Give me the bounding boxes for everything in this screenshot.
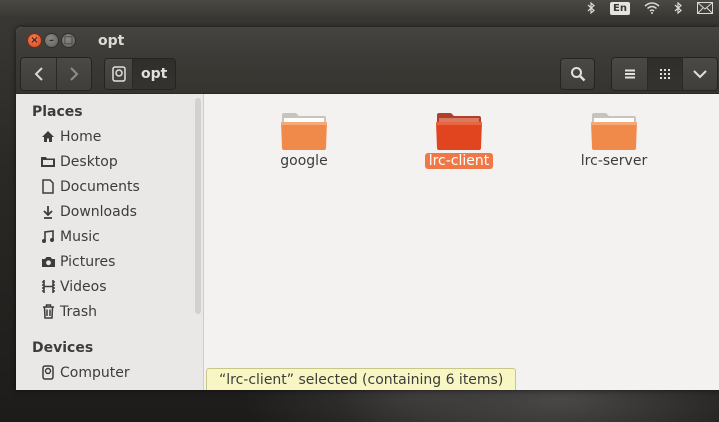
list-view-icon [624,69,635,78]
sidebar-item-videos[interactable]: Videos [16,274,203,299]
folder-item-google[interactable]: google [254,111,354,169]
folder-icon [436,113,482,150]
list-view-button[interactable] [612,57,648,90]
bluetooth-icon[interactable] [587,2,596,14]
devices-heading: Devices [32,340,94,356]
desktop-strip [16,390,719,422]
desktop-icon [40,154,56,170]
titlebar: × – □ opt [16,27,719,54]
path-segment-opt[interactable]: opt [133,58,176,89]
language-label: En [610,1,630,15]
search-icon [570,66,586,81]
sidebar-item-trash[interactable]: Trash [16,299,203,324]
mail-icon[interactable] [697,2,713,14]
sidebar-scrollbar[interactable] [195,98,201,314]
sidebar-item-label: Videos [60,278,107,295]
folder-icon [281,113,327,150]
drive-icon [111,65,126,82]
navigation-buttons [20,56,92,91]
sidebar-item-home[interactable]: Home [16,124,203,149]
minimize-window-button[interactable]: – [44,33,59,48]
grid-view-icon [660,68,671,79]
videos-icon [40,279,56,295]
file-label: lrc-client [424,153,494,169]
top-panel: En [0,0,719,16]
folder-item-lrc-server[interactable]: lrc-server [564,111,664,169]
sidebar-item-label: Desktop [60,153,118,170]
pictures-icon [40,254,56,270]
forward-button[interactable] [56,57,91,90]
sidebar: Places Home Desktop Documents Downloads … [16,94,204,390]
sidebar-item-label: Trash [60,303,97,320]
toolbar: opt [16,54,719,94]
file-manager-window: × – □ opt opt Places Home Desktop Docume… [16,27,719,390]
sidebar-item-desktop[interactable]: Desktop [16,149,203,174]
content-area: Places Home Desktop Documents Downloads … [16,94,719,390]
sidebar-item-label: Pictures [60,253,116,270]
trash-icon [40,304,56,320]
status-bar: “lrc-client” selected (containing 6 item… [206,368,517,390]
view-switcher [611,56,719,91]
sidebar-item-label: Documents [60,178,140,195]
sidebar-item-label: Downloads [60,203,137,220]
back-button[interactable] [21,57,56,90]
path-bar: opt [104,57,177,90]
documents-icon [40,179,56,195]
window-title: opt [98,32,125,49]
places-heading: Places [32,104,83,120]
folder-icon [591,113,637,150]
close-window-button[interactable]: × [27,33,42,48]
chevron-right-icon [70,66,79,81]
downloads-icon [40,204,56,220]
sidebar-item-documents[interactable]: Documents [16,174,203,199]
chevron-left-icon [34,66,43,81]
view-options-button[interactable] [682,57,718,90]
sidebar-item-pictures[interactable]: Pictures [16,249,203,274]
sidebar-item-label: Music [60,228,100,245]
keyboard-language-indicator[interactable]: En [610,1,630,15]
search-button[interactable] [560,57,596,90]
drive-path-button[interactable] [105,58,133,89]
sidebar-item-music[interactable]: Music [16,224,203,249]
sidebar-item-downloads[interactable]: Downloads [16,199,203,224]
folder-item-lrc-client[interactable]: lrc-client [409,111,509,169]
grid-view-button[interactable] [647,57,683,90]
music-icon [40,229,56,245]
bluetooth-icon[interactable] [674,2,683,14]
file-view[interactable]: google lrc-client lrc-server [204,94,719,390]
sidebar-item-label: Home [60,128,102,145]
sidebar-item-label: Computer [60,364,130,381]
computer-icon [40,365,56,381]
maximize-window-button[interactable]: □ [61,33,76,48]
file-label: lrc-server [580,153,648,169]
sidebar-item-computer[interactable]: Computer [16,360,203,385]
chevron-down-icon [693,69,708,78]
file-label: google [280,153,328,169]
wifi-icon[interactable] [644,2,660,14]
home-icon [40,129,56,145]
